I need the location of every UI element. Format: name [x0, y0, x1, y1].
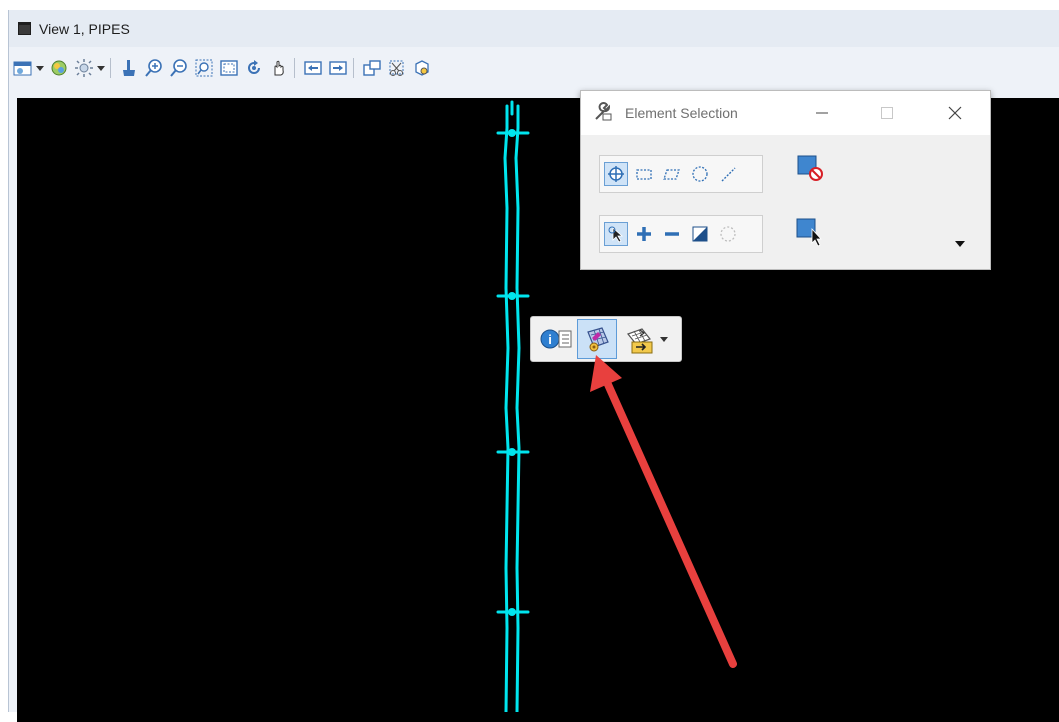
update-view-icon[interactable] [118, 57, 140, 79]
clip-mask-icon[interactable] [411, 57, 433, 79]
context-toolbar-dropdown[interactable] [659, 320, 669, 358]
close-icon [948, 106, 962, 120]
rotate-view-icon[interactable] [243, 57, 265, 79]
view-toolbar [9, 54, 1059, 82]
element-selection-dialog: Element Selection [580, 90, 991, 270]
close-button[interactable] [938, 99, 972, 127]
toolbar-separator [294, 58, 295, 78]
maximize-button [870, 99, 904, 127]
block-select-icon[interactable] [632, 162, 656, 186]
element-selection-title-bar[interactable]: Element Selection [581, 91, 990, 135]
select-all-icon [796, 218, 822, 247]
maximize-icon [881, 107, 893, 119]
element-selection-title: Element Selection [625, 105, 738, 121]
view-attributes-icon[interactable] [12, 57, 34, 79]
lighting-icon[interactable] [73, 57, 95, 79]
selection-method-group [599, 155, 763, 193]
element-selection-tool-icon [595, 102, 612, 121]
line-select-icon[interactable] [716, 162, 740, 186]
edit-element-button[interactable] [577, 319, 617, 359]
window-area-icon[interactable] [193, 57, 215, 79]
move-element-button[interactable] [621, 320, 659, 358]
display-style-icon[interactable] [48, 57, 70, 79]
invert-mode-icon[interactable] [688, 222, 712, 246]
zoom-out-icon[interactable] [168, 57, 190, 79]
view-previous-icon[interactable] [302, 57, 324, 79]
view-next-icon[interactable] [327, 57, 349, 79]
clip-volume-icon[interactable] [386, 57, 408, 79]
toolbar-separator [353, 58, 354, 78]
selection-mode-group [599, 215, 763, 253]
minimize-button[interactable] [805, 99, 839, 127]
view-title: View 1, PIPES [39, 20, 130, 37]
edit-element-icon [587, 327, 609, 352]
individual-select-icon[interactable] [604, 162, 628, 186]
new-mode-icon[interactable] [604, 222, 628, 246]
minimize-icon [816, 112, 828, 114]
pan-view-icon[interactable] [268, 57, 290, 79]
properties-icon: i [540, 329, 572, 349]
copy-view-icon[interactable] [361, 57, 383, 79]
lighting-dropdown[interactable] [96, 57, 106, 79]
shape-select-icon[interactable] [660, 162, 684, 186]
view-attributes-dropdown[interactable] [35, 57, 45, 79]
move-element-icon [627, 328, 653, 354]
select-all-button[interactable] [795, 217, 825, 247]
circle-select-icon[interactable] [688, 162, 712, 186]
add-mode-icon[interactable] [632, 222, 656, 246]
svg-text:i: i [548, 332, 552, 347]
clear-mode-icon[interactable] [716, 222, 740, 246]
expand-dialog-arrow-icon[interactable] [953, 237, 967, 251]
view-title-bar[interactable]: View 1, PIPES [9, 10, 1059, 47]
properties-button[interactable]: i [535, 320, 577, 358]
toolbar-separator [110, 58, 111, 78]
context-toolbar: i [530, 316, 682, 362]
clear-selection-button[interactable] [795, 153, 825, 183]
zoom-in-icon[interactable] [143, 57, 165, 79]
clear-selection-icon [797, 155, 823, 181]
fit-view-icon[interactable] [218, 57, 240, 79]
view-window-icon [18, 22, 31, 35]
subtract-mode-icon[interactable] [660, 222, 684, 246]
